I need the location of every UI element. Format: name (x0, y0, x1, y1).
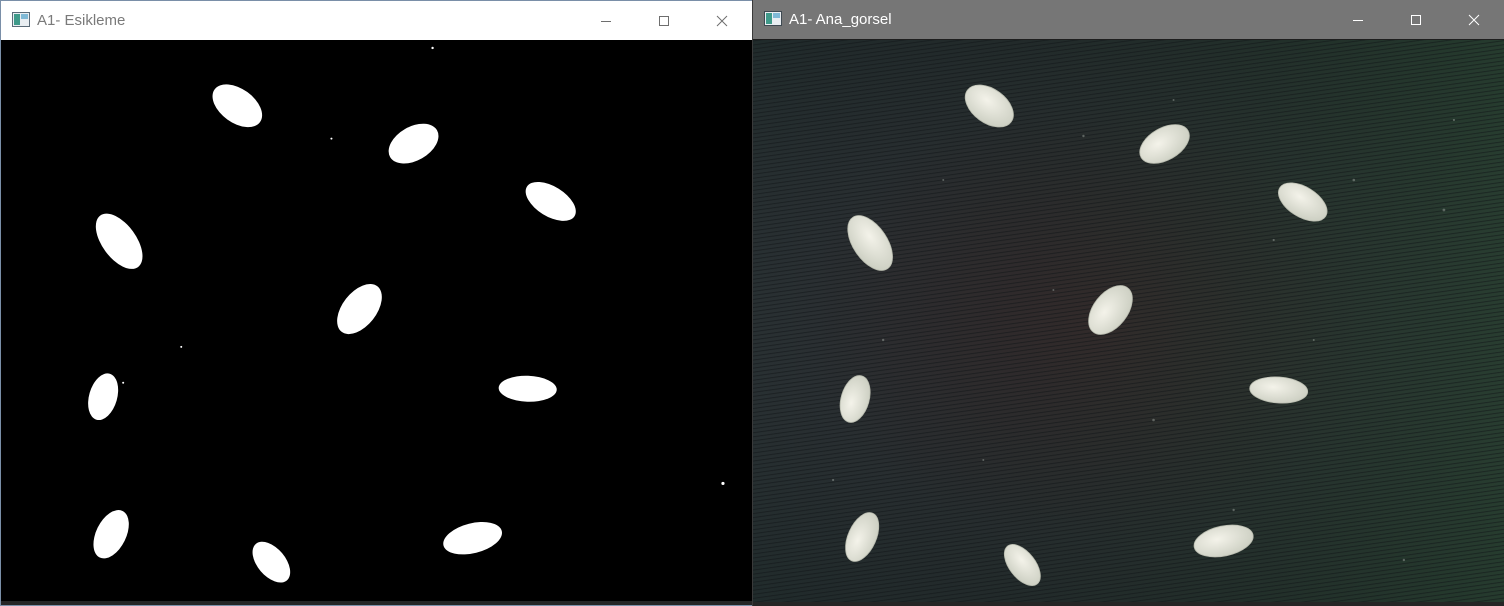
noise-speck (721, 481, 725, 486)
threshold-image (1, 40, 752, 601)
noise-speck (431, 46, 434, 50)
window-title: A1- Esikleme (37, 12, 126, 29)
rice-photo (753, 40, 1504, 604)
window-esikleme[interactable]: A1- Esikleme (0, 0, 752, 606)
maximize-button[interactable] (1393, 0, 1439, 39)
minimize-button[interactable] (1335, 0, 1381, 39)
close-button[interactable] (699, 1, 745, 40)
opencv-window-icon (12, 12, 30, 27)
close-button[interactable] (1451, 0, 1497, 39)
binary-image (1, 40, 752, 601)
window-bottom-edge (753, 602, 1504, 606)
close-icon (716, 15, 728, 26)
close-icon (1468, 14, 1480, 25)
maximize-button[interactable] (641, 1, 687, 40)
original-image (753, 40, 1504, 604)
titlebar[interactable]: A1- Esikleme (1, 1, 752, 40)
maximize-icon (659, 15, 669, 26)
minimize-icon (1353, 19, 1363, 21)
window-title: A1- Ana_gorsel (789, 11, 892, 28)
noise-speck (180, 345, 183, 348)
minimize-icon (601, 20, 611, 22)
window-ana-gorsel[interactable]: A1- Ana_gorsel (752, 0, 1504, 606)
minimize-button[interactable] (583, 1, 629, 40)
titlebar[interactable]: A1- Ana_gorsel (753, 0, 1504, 39)
maximize-icon (1411, 14, 1421, 25)
window-bottom-edge (1, 601, 752, 605)
opencv-window-icon (764, 11, 782, 26)
noise-speck (330, 137, 333, 140)
noise-speck (122, 381, 125, 384)
